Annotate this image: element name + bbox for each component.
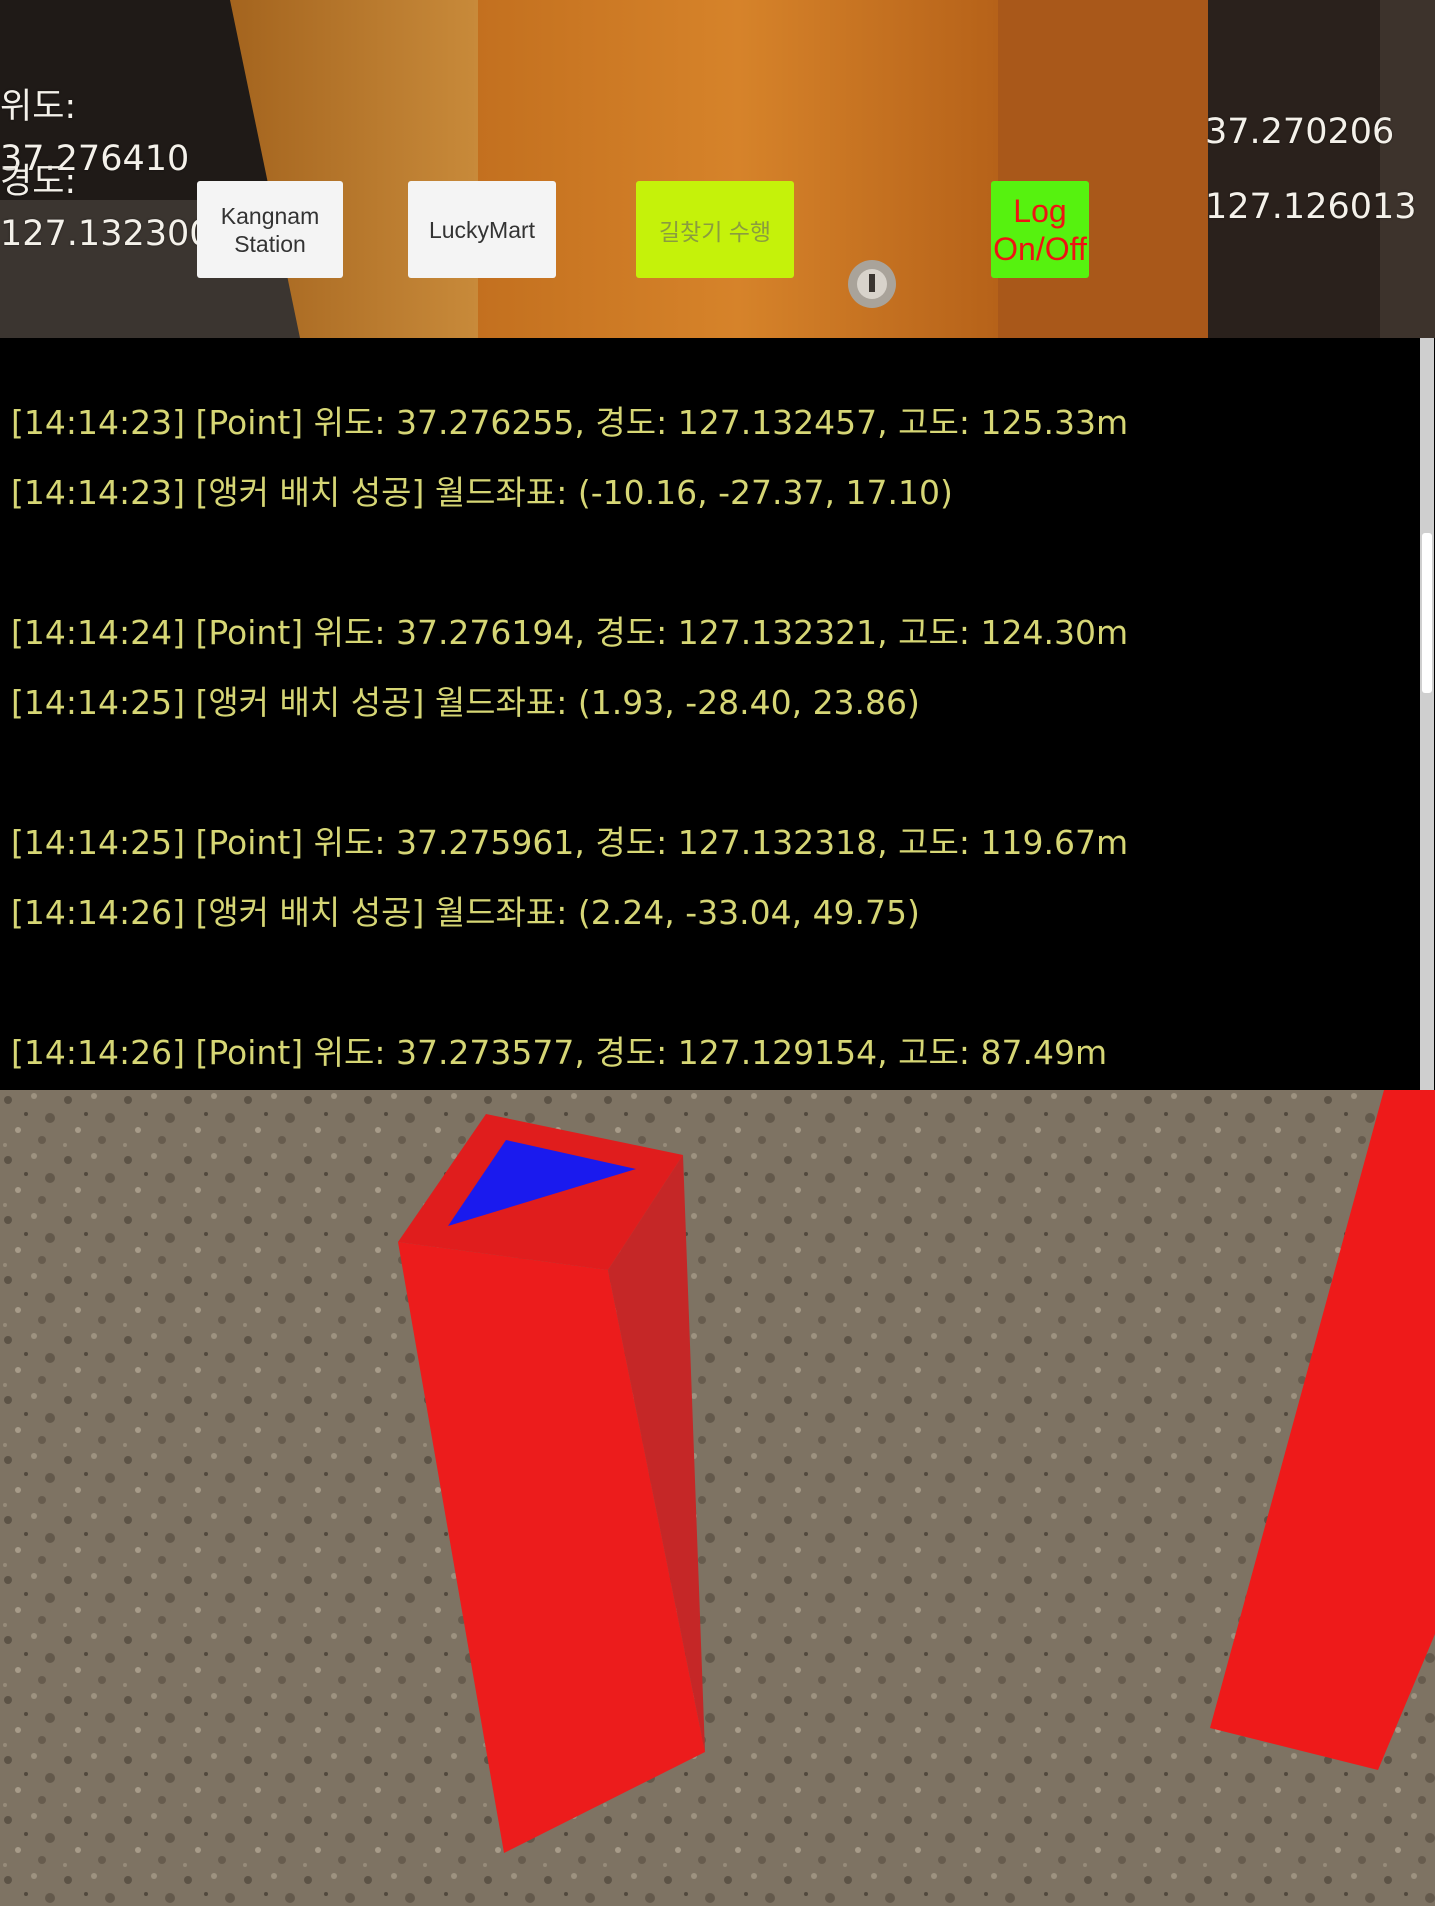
- route-search-button[interactable]: 길찾기 수행: [636, 181, 794, 278]
- log-line: [14:14:26] [앵커 배치 성공] 월드좌표: (2.24, -33.0…: [11, 893, 920, 932]
- log-line: [14:14:25] [Point] 위도: 37.275961, 경도: 12…: [11, 823, 1129, 862]
- cabinet-background: [0, 0, 1435, 338]
- kangnam-station-label-line1: Kangnam: [220, 202, 320, 229]
- target-lat-value: 37.270206: [1205, 112, 1395, 152]
- log-line: [14:14:25] [앵커 배치 성공] 월드좌표: (1.93, -28.4…: [11, 683, 920, 722]
- target-lon-value: 127.126013: [1205, 187, 1417, 227]
- log-line: [14:14:23] [앵커 배치 성공] 월드좌표: (-10.16, -27…: [11, 473, 953, 512]
- ar-scene: [0, 1090, 1435, 1906]
- kangnam-station-label-line2: Station: [234, 230, 306, 257]
- log-scrollbar-thumb[interactable]: [1422, 533, 1432, 693]
- log-toggle-label-line1: Log: [1013, 192, 1067, 229]
- camera-view-top: [0, 0, 1435, 338]
- log-toggle-label-line2: On/Off: [993, 230, 1087, 267]
- log-scrollbar[interactable]: [1420, 338, 1434, 1090]
- luckymart-button[interactable]: LuckyMart: [408, 181, 556, 278]
- log-toggle-button[interactable]: Log On/Off: [991, 181, 1089, 278]
- luckymart-label: LuckyMart: [428, 216, 536, 243]
- camera-view-floor: [0, 1090, 1435, 1906]
- log-panel[interactable]: [14:14:23] [Point] 위도: 37.276255, 경도: 12…: [0, 338, 1435, 1090]
- current-lat-label: 위도:: [0, 87, 77, 127]
- log-line: [14:14:23] [Point] 위도: 37.276255, 경도: 12…: [11, 403, 1129, 442]
- current-lon-value: 127.132300: [0, 214, 212, 254]
- log-line: [14:14:24] [Point] 위도: 37.276194, 경도: 12…: [11, 613, 1129, 652]
- log-line: [14:14:26] [Point] 위도: 37.273577, 경도: 12…: [11, 1033, 1108, 1072]
- route-search-label: 길찾기 수행: [658, 218, 772, 245]
- kangnam-station-button[interactable]: Kangnam Station: [197, 181, 343, 278]
- current-lon-label: 경도:: [0, 162, 77, 202]
